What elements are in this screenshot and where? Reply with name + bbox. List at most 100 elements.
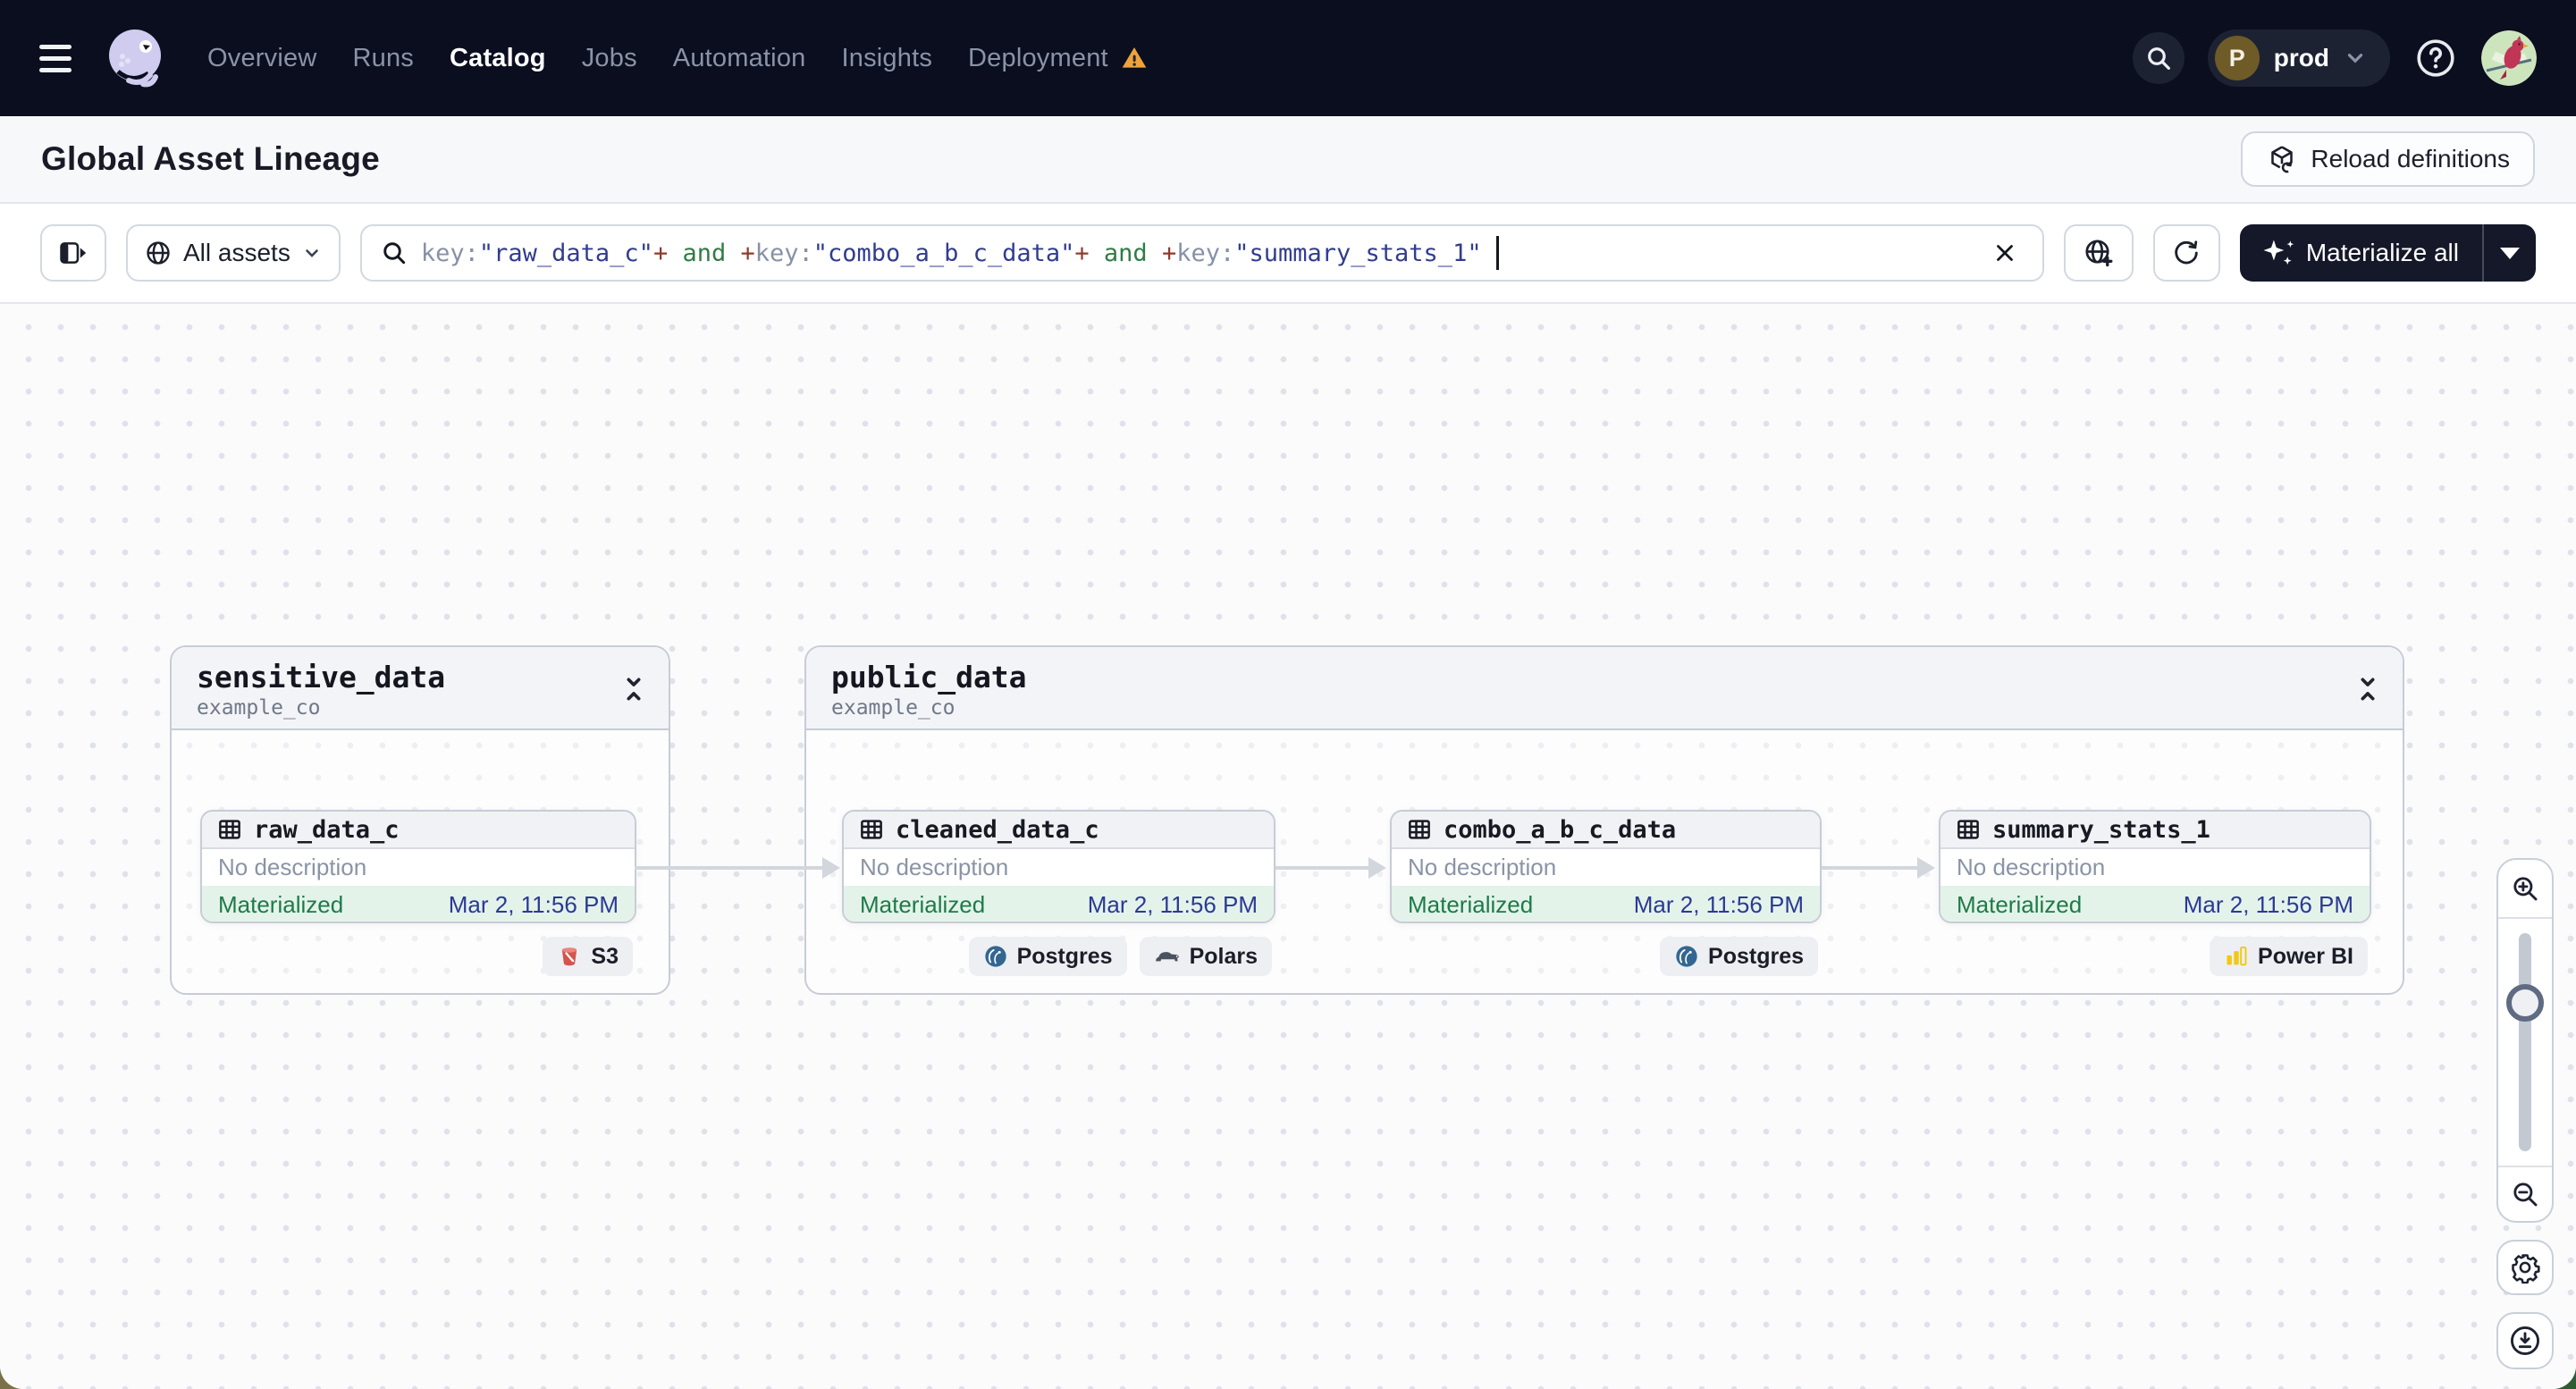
- nav-right-cluster: P prod: [2132, 29, 2537, 87]
- tag-s3[interactable]: S3: [543, 937, 633, 976]
- query-token: "combo_a_b_c_data": [812, 239, 1075, 267]
- polars-icon: [1154, 946, 1181, 967]
- nav-item-runs[interactable]: Runs: [352, 44, 414, 73]
- page-header: Global Asset Lineage Reload definitions: [0, 116, 2576, 204]
- nav-item-overview[interactable]: Overview: [207, 44, 316, 73]
- refresh-icon: [2171, 238, 2201, 268]
- environment-switcher[interactable]: P prod: [2207, 29, 2390, 87]
- app-window: Overview Runs Catalog Jobs Automation In…: [0, 0, 2576, 1389]
- refresh-button[interactable]: [2152, 224, 2220, 282]
- lineage-canvas[interactable]: sensitive_data example_co raw_data_c No …: [0, 304, 2576, 1389]
- powerbi-icon: [2224, 944, 2249, 969]
- table-icon: [1955, 816, 1982, 843]
- table-icon: [858, 816, 885, 843]
- chevron-down-icon: [2344, 46, 2367, 70]
- asset-node-combo-a-b-c-data[interactable]: combo_a_b_c_data No description Material…: [1390, 810, 1822, 923]
- asset-status-row: Materialized Mar 2, 11:56 PM: [844, 886, 1274, 922]
- reload-definitions-button[interactable]: Reload definitions: [2241, 131, 2535, 187]
- menu-hamburger-icon[interactable]: [39, 38, 79, 78]
- tag-postgres[interactable]: Postgres: [968, 937, 1127, 976]
- asset-scope-label: All assets: [183, 239, 290, 266]
- zoom-slider-track[interactable]: [2519, 933, 2531, 1151]
- lineage-toolbar: All assets key: "raw_data_c" + and + key: "c…: [0, 204, 2576, 304]
- sparkle-icon: [2263, 238, 2294, 268]
- collapse-group-button[interactable]: [2349, 670, 2387, 708]
- nav-item-deployment-label: Deployment: [968, 43, 1108, 72]
- tag-polars[interactable]: Polars: [1139, 937, 1272, 976]
- tag-postgres[interactable]: Postgres: [1660, 937, 1818, 976]
- zoom-slider[interactable]: [2498, 919, 2552, 1166]
- nav-item-insights[interactable]: Insights: [841, 44, 932, 73]
- nav-item-deployment[interactable]: Deployment: [968, 44, 1149, 73]
- reload-definitions-label: Reload definitions: [2311, 145, 2510, 173]
- environment-avatar: P: [2214, 36, 2260, 80]
- materialize-options-button[interactable]: [2484, 224, 2536, 282]
- asset-description: No description: [1392, 849, 1820, 886]
- tag-power-bi[interactable]: Power BI: [2210, 937, 2368, 976]
- nav-item-catalog[interactable]: Catalog: [450, 44, 546, 73]
- query-text: key: "raw_data_c" + and + key: "combo_a_b_c_…: [421, 240, 1482, 267]
- asset-name: summary_stats_1: [1992, 815, 2210, 844]
- materialization-timestamp: Mar 2, 11:56 PM: [1087, 890, 1258, 918]
- group-name: public_data: [831, 660, 1027, 694]
- postgres-icon: [1674, 944, 1699, 969]
- zoom-slider-thumb[interactable]: [2506, 983, 2544, 1022]
- download-icon: [2508, 1324, 2542, 1358]
- zoom-out-icon: [2510, 1179, 2540, 1209]
- nav-item-automation[interactable]: Automation: [673, 44, 806, 73]
- asset-name: cleaned_data_c: [896, 815, 1099, 844]
- fetch-remote-graph-button[interactable]: [2063, 224, 2134, 282]
- asset-node-raw-data-c[interactable]: raw_data_c No description Materialized M…: [200, 810, 636, 923]
- asset-group-public-data: public_data example_co cleaned_data_c No…: [804, 645, 2404, 995]
- asset-node-header: summary_stats_1: [1940, 812, 2370, 849]
- user-avatar[interactable]: [2481, 30, 2537, 86]
- asset-tags: Power BI: [2210, 937, 2368, 976]
- zoom-in-button[interactable]: [2498, 860, 2552, 919]
- help-icon: [2414, 37, 2457, 80]
- group-location: example_co: [197, 696, 321, 720]
- panel-toggle-icon: [58, 238, 88, 268]
- graph-settings-button[interactable]: [2496, 1240, 2554, 1295]
- status-badge: Materialized: [1408, 890, 1534, 918]
- nav-item-jobs[interactable]: Jobs: [582, 44, 637, 73]
- globe-icon: [144, 239, 173, 267]
- materialize-all-button[interactable]: Materialize all: [2240, 224, 2482, 282]
- asset-description: No description: [844, 849, 1274, 886]
- collapse-group-button[interactable]: [615, 670, 652, 708]
- zoom-control-panel: [2496, 858, 2554, 1223]
- query-token: "summary_stats_1": [1234, 239, 1482, 267]
- zoom-out-button[interactable]: [2498, 1166, 2552, 1221]
- asset-node-header: cleaned_data_c: [844, 812, 1274, 849]
- clear-query-button[interactable]: [1985, 233, 2025, 273]
- asset-node-summary-stats-1[interactable]: summary_stats_1 No description Materiali…: [1939, 810, 2371, 923]
- query-token: key:: [1176, 239, 1235, 267]
- page-title: Global Asset Lineage: [41, 140, 380, 177]
- asset-tags: S3: [543, 937, 633, 976]
- tag-label: Postgres: [1708, 943, 1804, 969]
- asset-status-row: Materialized Mar 2, 11:56 PM: [202, 886, 635, 922]
- group-location: example_co: [831, 696, 955, 720]
- query-token: +: [652, 239, 669, 267]
- download-image-button[interactable]: [2496, 1312, 2554, 1369]
- text-cursor: [1495, 236, 1499, 270]
- asset-node-header: combo_a_b_c_data: [1392, 812, 1820, 849]
- search-button[interactable]: [2132, 32, 2185, 84]
- asset-tags: Postgres: [1660, 937, 1818, 976]
- warning-icon: [1119, 44, 1149, 72]
- status-badge: Materialized: [860, 890, 986, 918]
- table-icon: [216, 816, 243, 843]
- help-button[interactable]: [2413, 36, 2458, 80]
- open-side-panel-button[interactable]: [40, 224, 106, 282]
- dagster-logo[interactable]: [102, 25, 168, 91]
- tag-label: S3: [591, 943, 619, 969]
- postgres-icon: [983, 944, 1008, 969]
- group-header[interactable]: public_data example_co: [806, 647, 2403, 730]
- query-token: and: [668, 239, 741, 267]
- zoom-in-icon: [2510, 873, 2540, 904]
- asset-node-cleaned-data-c[interactable]: cleaned_data_c No description Materializ…: [842, 810, 1275, 923]
- search-icon: [2144, 44, 2173, 72]
- asset-scope-filter[interactable]: All assets: [126, 224, 341, 282]
- top-navigation: Overview Runs Catalog Jobs Automation In…: [0, 0, 2576, 116]
- asset-query-input[interactable]: key: "raw_data_c" + and + key: "combo_a_b_c_…: [359, 224, 2044, 282]
- group-header[interactable]: sensitive_data example_co: [172, 647, 669, 730]
